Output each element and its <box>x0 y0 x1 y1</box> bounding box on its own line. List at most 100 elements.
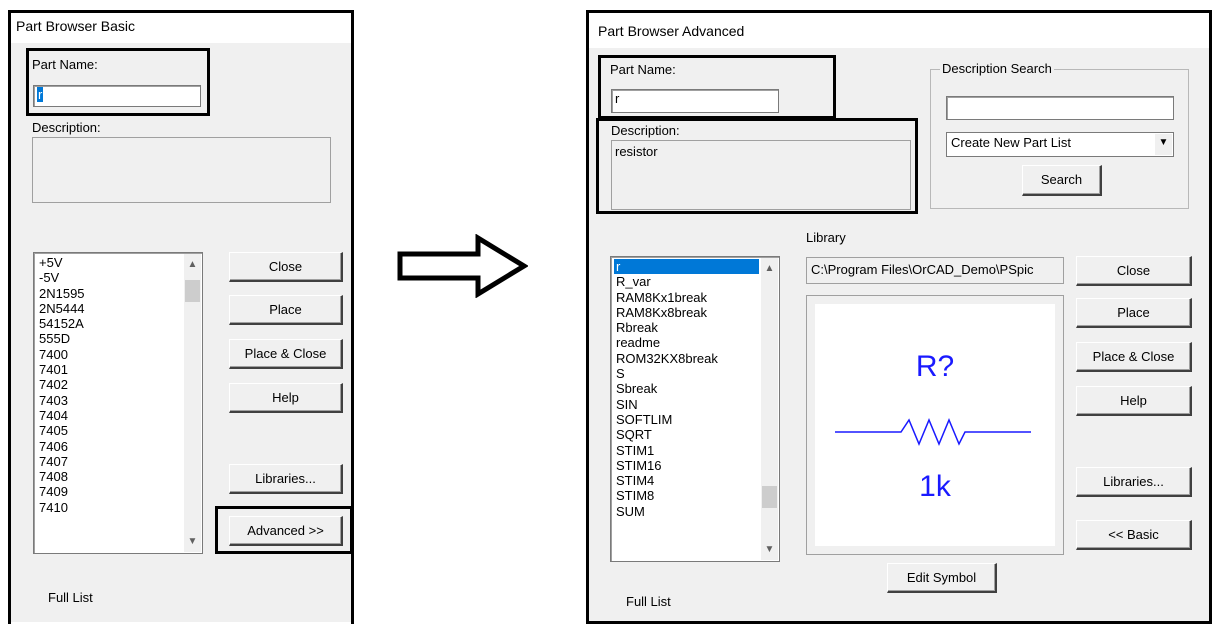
list-item[interactable]: STIM1 <box>614 443 759 458</box>
advanced-part-list[interactable]: r R_var RAM8Kx1break RAM8Kx8break Rbreak read… <box>610 256 780 562</box>
basic-advanced-label: Advanced >> <box>247 523 324 538</box>
right-arrow-icon <box>397 234 528 298</box>
list-item[interactable]: Rbreak <box>614 320 759 335</box>
basic-libraries-button[interactable]: Libraries... <box>229 464 343 494</box>
list-item[interactable]: STIM8 <box>614 488 759 503</box>
symbol-canvas: R? 1k <box>815 304 1055 546</box>
list-item[interactable]: 7410 <box>37 500 182 515</box>
list-item[interactable]: ROM32KX8break <box>614 351 759 366</box>
basic-title-bar: Part Browser Basic <box>10 10 352 43</box>
list-item[interactable]: 7402 <box>37 377 182 392</box>
list-item[interactable]: readme <box>614 335 759 350</box>
list-item[interactable]: 7401 <box>37 362 182 377</box>
advanced-close-button[interactable]: Close <box>1076 256 1192 286</box>
advanced-place-button[interactable]: Place <box>1076 298 1192 328</box>
basic-help-button[interactable]: Help <box>229 383 343 413</box>
list-item[interactable]: -5V <box>37 270 182 285</box>
list-item[interactable]: RAM8Kx1break <box>614 290 759 305</box>
advanced-close-label: Close <box>1116 263 1151 278</box>
resistor-symbol-icon <box>835 418 1031 446</box>
basic-list-scrollbar[interactable]: ▲ ▼ <box>184 254 201 552</box>
description-search-input[interactable] <box>946 96 1174 120</box>
basic-place-label: Place <box>269 302 302 317</box>
list-item[interactable]: SQRT <box>614 427 759 442</box>
basic-part-list-items: +5V -5V 2N1595 2N5444 54152A 555D 7400 7401 7402… <box>37 255 182 515</box>
advanced-full-list-label: Full List <box>626 594 671 609</box>
symbol-value-text: 1k <box>919 470 951 503</box>
symbol-preview: R? 1k <box>806 295 1064 555</box>
list-item[interactable]: 7404 <box>37 408 182 423</box>
list-item[interactable]: R_var <box>614 274 759 289</box>
library-path-field: C:\Program Files\OrCAD_Demo\PSpic <box>806 257 1064 284</box>
list-item[interactable]: SUM <box>614 504 759 519</box>
advanced-basic-button[interactable]: << Basic <box>1076 520 1192 550</box>
basic-full-list-label: Full List <box>48 590 93 605</box>
basic-close-label: Close <box>268 259 303 274</box>
scroll-down-arrow-icon[interactable]: ▼ <box>761 541 778 558</box>
advanced-title: Part Browser Advanced <box>598 23 745 39</box>
list-item[interactable]: S <box>614 366 759 381</box>
list-item[interactable]: 7403 <box>37 393 182 408</box>
list-item[interactable]: SOFTLIM <box>614 412 759 427</box>
list-item[interactable]: r <box>614 259 759 275</box>
list-item[interactable]: 2N1595 <box>37 286 182 301</box>
list-item[interactable]: 7408 <box>37 469 182 484</box>
list-item[interactable]: +5V <box>37 255 182 270</box>
list-item[interactable]: 7406 <box>37 439 182 454</box>
list-item[interactable]: RAM8Kx8break <box>614 305 759 320</box>
advanced-list-scrollbar[interactable]: ▲ ▼ <box>761 258 778 560</box>
list-item[interactable]: 7407 <box>37 454 182 469</box>
list-item[interactable]: STIM4 <box>614 473 759 488</box>
advanced-place-close-button[interactable]: Place & Close <box>1076 342 1192 372</box>
scroll-up-arrow-icon[interactable]: ▲ <box>184 256 201 273</box>
basic-help-label: Help <box>272 390 299 405</box>
basic-advanced-button[interactable]: Advanced >> <box>229 516 343 546</box>
basic-title: Part Browser Basic <box>16 18 136 34</box>
advanced-part-name-value: r <box>615 91 620 106</box>
advanced-description-label: Description: <box>611 123 680 138</box>
list-item[interactable]: 54152A <box>37 316 182 331</box>
basic-libraries-label: Libraries... <box>255 471 316 486</box>
list-item[interactable]: 7400 <box>37 347 182 362</box>
part-list-select-value: Create New Part List <box>951 135 1071 150</box>
advanced-libraries-label: Libraries... <box>1103 474 1164 489</box>
scroll-thumb[interactable] <box>185 280 200 302</box>
advanced-title-bar: Part Browser Advanced <box>588 12 1210 48</box>
basic-close-button[interactable]: Close <box>229 252 343 282</box>
basic-part-list[interactable]: +5V -5V 2N1595 2N5444 54152A 555D 7400 7401 7402… <box>33 252 203 554</box>
chevron-down-icon[interactable]: ▼ <box>1154 134 1172 155</box>
basic-place-button[interactable]: Place <box>229 295 343 325</box>
basic-place-close-button[interactable]: Place & Close <box>229 339 343 369</box>
library-path-value: C:\Program Files\OrCAD_Demo\PSpic <box>811 262 1034 277</box>
advanced-edit-symbol-button[interactable]: Edit Symbol <box>887 563 997 593</box>
list-item[interactable]: SIN <box>614 397 759 412</box>
advanced-description-box: resistor <box>611 140 911 210</box>
basic-description-box <box>32 137 331 203</box>
scroll-up-arrow-icon[interactable]: ▲ <box>761 260 778 277</box>
basic-part-name-input[interactable]: r <box>33 85 201 107</box>
list-item[interactable]: Sbreak <box>614 381 759 396</box>
list-item[interactable]: STIM16 <box>614 458 759 473</box>
list-item[interactable]: 555D <box>37 331 182 346</box>
scroll-thumb[interactable] <box>762 486 777 508</box>
basic-part-name-label: Part Name: <box>32 57 98 72</box>
list-item[interactable]: 7409 <box>37 484 182 499</box>
advanced-place-label: Place <box>1117 305 1150 320</box>
advanced-basic-label: << Basic <box>1108 527 1159 542</box>
edit-symbol-label: Edit Symbol <box>906 570 977 585</box>
advanced-part-list-items: r R_var RAM8Kx1break RAM8Kx8break Rbreak read… <box>614 259 759 519</box>
basic-place-close-label: Place & Close <box>244 346 327 361</box>
advanced-part-name-input[interactable]: r <box>611 89 779 113</box>
symbol-ref-text: R? <box>915 350 955 383</box>
library-label: Library <box>806 230 846 245</box>
part-list-select[interactable]: Create New Part List ▼ <box>946 132 1174 157</box>
list-item[interactable]: 7405 <box>37 423 182 438</box>
advanced-help-label: Help <box>1120 393 1147 408</box>
advanced-description-value: resistor <box>615 144 658 159</box>
list-item[interactable]: 2N5444 <box>37 301 182 316</box>
advanced-help-button[interactable]: Help <box>1076 386 1192 416</box>
advanced-libraries-button[interactable]: Libraries... <box>1076 467 1192 497</box>
scroll-down-arrow-icon[interactable]: ▼ <box>184 533 201 550</box>
description-search-button[interactable]: Search <box>1022 165 1102 196</box>
description-search-button-label: Search <box>1040 172 1083 187</box>
